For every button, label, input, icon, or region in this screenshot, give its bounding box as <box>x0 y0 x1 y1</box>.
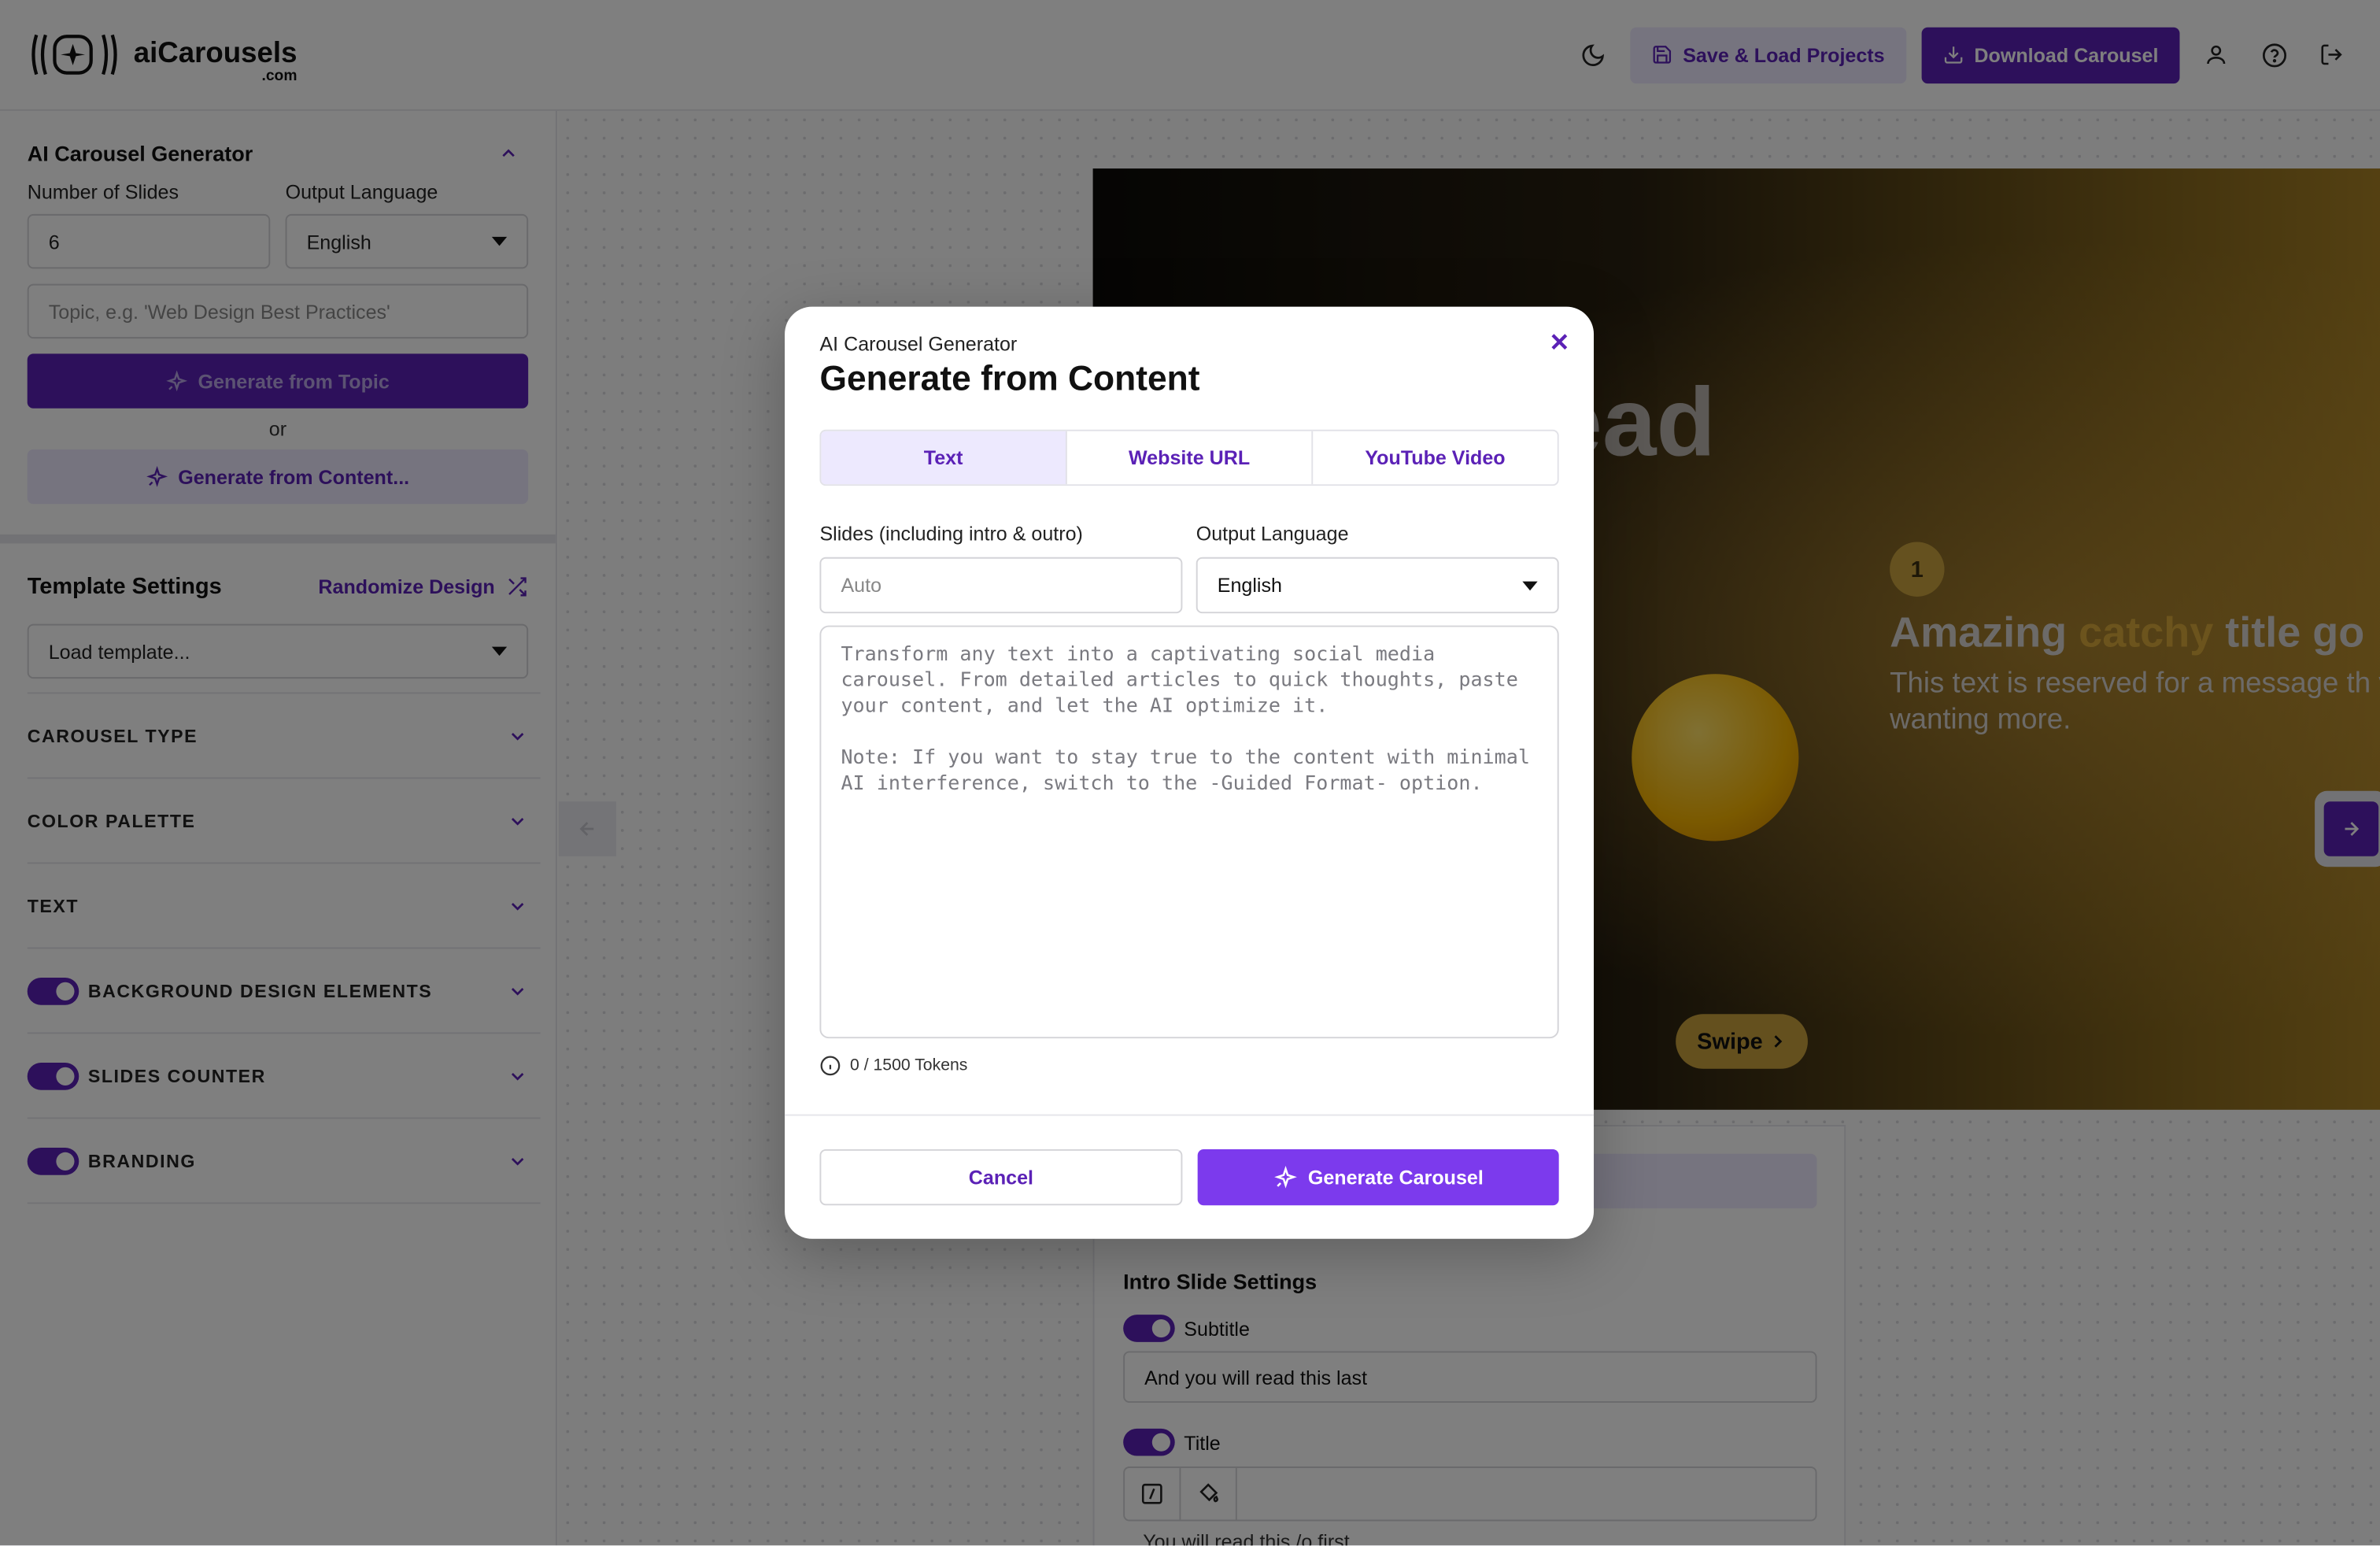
generate-from-content-modal: AI Carousel Generator Generate from Cont… <box>785 306 1595 1239</box>
content-textarea[interactable]: Transform any text into a captivating so… <box>819 625 1559 1039</box>
sparkles-icon <box>1273 1165 1297 1188</box>
token-counter: 0 / 1500 Tokens <box>819 1055 967 1076</box>
tab-youtube-video[interactable]: YouTube Video <box>1313 431 1558 485</box>
caret-down-icon <box>1522 580 1538 590</box>
generate-carousel-button[interactable]: Generate Carousel <box>1197 1148 1559 1206</box>
info-icon <box>820 1056 841 1076</box>
cancel-button[interactable]: Cancel <box>819 1148 1183 1206</box>
tab-website-url[interactable]: Website URL <box>1067 431 1314 485</box>
source-tabs: Text Website URL YouTube Video <box>819 429 1559 486</box>
modal-title: Generate from Content <box>819 358 1200 398</box>
output-language-label: Output Language <box>1196 522 1349 546</box>
output-language-select[interactable]: English <box>1196 557 1559 614</box>
slides-count-label: Slides (including intro & outro) <box>819 522 1083 546</box>
app-window: aiCarousels .com Save & Load Projects Do… <box>0 0 2380 1546</box>
slides-count-input[interactable]: Auto <box>819 557 1183 614</box>
modal-footer-divider <box>785 1114 1595 1116</box>
modal-kicker: AI Carousel Generator <box>819 332 1018 356</box>
tab-text[interactable]: Text <box>821 431 1067 485</box>
close-icon[interactable]: ✕ <box>1549 328 1569 359</box>
